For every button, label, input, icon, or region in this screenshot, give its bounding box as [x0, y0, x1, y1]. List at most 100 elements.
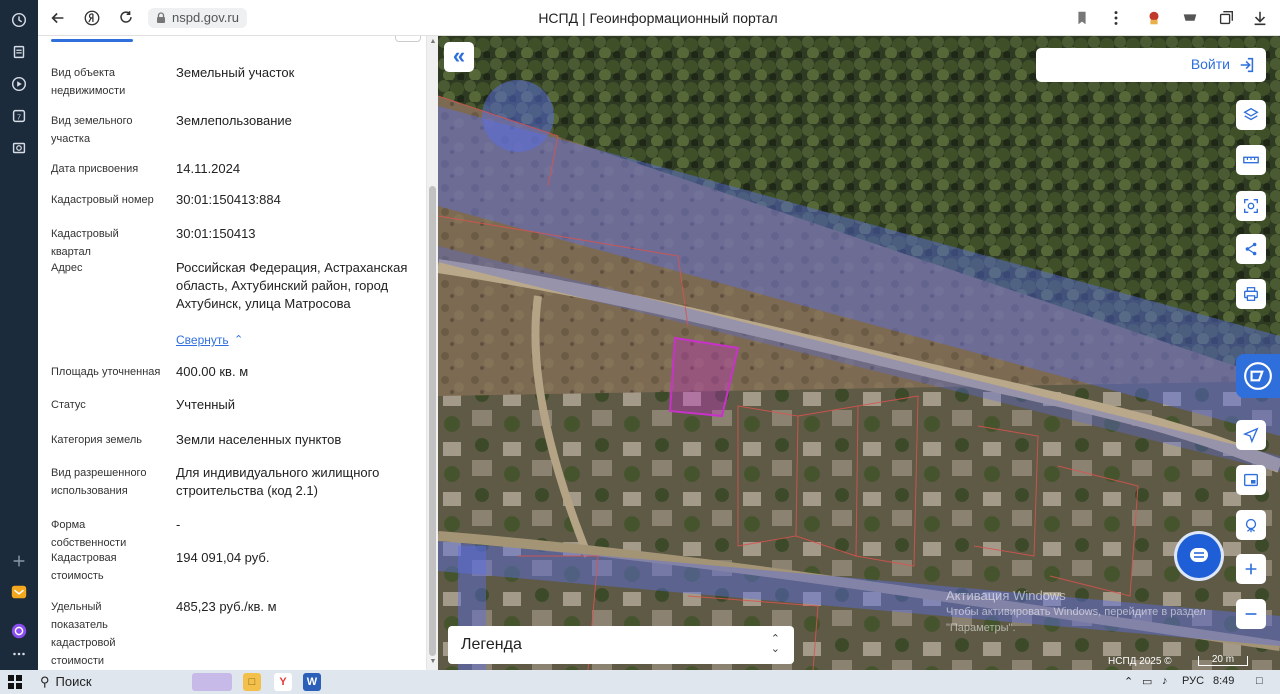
info-value: 400.00 кв. м — [176, 364, 249, 379]
collapse-panel-button[interactable]: « — [444, 42, 474, 72]
menu-icon[interactable] — [1106, 8, 1126, 28]
collapse-link[interactable]: Свернуть — [176, 333, 229, 347]
info-label: Вид земельного участка — [51, 115, 133, 145]
minimap-button[interactable] — [1236, 465, 1266, 495]
satellite-map[interactable] — [438, 36, 1280, 670]
login-button[interactable]: Войти — [1036, 48, 1266, 82]
info-label: Кадастровая стоимость — [51, 552, 117, 582]
locate-icon — [1242, 427, 1259, 444]
object-info-panel: Вид объекта недвижимости Земельный участ… — [38, 36, 426, 670]
cadastral-number: 30:01:150413:884 — [176, 192, 281, 207]
map-view[interactable]: « Войти Активация Windows Чтобы активиро… — [438, 36, 1280, 670]
chevron-up-icon[interactable]: ⌃ — [234, 333, 243, 346]
file-explorer-icon[interactable]: □ — [243, 673, 261, 691]
share-button[interactable] — [1236, 234, 1266, 264]
locate-button[interactable] — [1236, 420, 1266, 450]
screenshot-icon[interactable] — [9, 138, 29, 158]
info-value: Землепользование — [176, 113, 292, 128]
collections-icon[interactable] — [9, 42, 29, 62]
windows-activation-watermark: Активация Windows Чтобы активировать Win… — [946, 588, 1246, 636]
browser-sidebar: 7 — [0, 0, 38, 670]
info-value: Для индивидуального жилищного строительс… — [176, 465, 380, 498]
word-icon[interactable]: W — [303, 673, 321, 691]
calendar-icon[interactable]: 7 — [9, 106, 29, 126]
layers-button[interactable] — [1236, 100, 1266, 130]
mail-icon[interactable] — [9, 582, 29, 602]
select-area-icon — [1244, 199, 1258, 213]
gosuslugi-button[interactable] — [1236, 354, 1280, 398]
active-tab-indicator — [51, 39, 133, 42]
network-icon[interactable]: ▭ — [1142, 675, 1152, 688]
minimap-icon — [1244, 473, 1258, 487]
alice-icon[interactable] — [9, 621, 29, 641]
windows-taskbar: ⚲ Поиск □ Y W ⌃ ▭ ♪ РУС 8:49 □ — [0, 670, 1280, 694]
panel-scrollbar[interactable]: ▲ ▼ — [426, 36, 438, 670]
chat-button[interactable] — [1174, 531, 1224, 581]
widget-icon[interactable] — [192, 673, 232, 691]
legend-label: Легенда — [461, 636, 522, 653]
share-icon — [1245, 242, 1257, 256]
scroll-up-icon[interactable]: ▲ — [429, 38, 437, 45]
geo-target-button[interactable] — [1236, 510, 1266, 540]
info-label: Категория земель — [51, 434, 142, 446]
info-value: Учтенный — [176, 397, 236, 412]
yandex-icon[interactable] — [82, 8, 102, 28]
info-value: 30:01:150413 — [176, 226, 256, 241]
download-icon[interactable] — [1250, 8, 1270, 28]
info-value: 194 091,04 руб. — [176, 550, 270, 565]
windows-start-icon[interactable] — [8, 675, 22, 689]
gosuslugi-icon — [1244, 362, 1272, 390]
notifications-icon[interactable]: □ — [1256, 675, 1263, 687]
select-area-button[interactable] — [1236, 191, 1266, 221]
clock[interactable]: 8:49 — [1213, 675, 1234, 687]
zoom-in-icon — [1245, 563, 1257, 575]
geo-target-icon — [1245, 518, 1257, 533]
page-title: НСПД | Геоинформационный портал — [538, 10, 778, 26]
print-button[interactable] — [1236, 279, 1266, 309]
info-label: Кадастровый квартал — [51, 228, 119, 258]
extension-icon[interactable] — [1144, 8, 1164, 28]
info-value: - — [176, 517, 181, 532]
scroll-down-icon[interactable]: ▼ — [429, 658, 437, 665]
map-scale: 20 m — [1198, 655, 1248, 666]
add-icon[interactable] — [9, 551, 29, 571]
language-indicator[interactable]: РУС — [1182, 675, 1204, 687]
map-copyright: НСПД 2025 © — [1108, 656, 1172, 667]
tabs-icon[interactable] — [1216, 8, 1236, 28]
volume-icon[interactable]: ♪ — [1162, 675, 1168, 687]
ruler-button[interactable] — [1236, 145, 1266, 175]
more-icon[interactable] — [9, 647, 29, 661]
info-label: Вид объекта недвижимости — [51, 67, 126, 97]
lock-icon — [157, 12, 165, 23]
layers-icon — [1243, 107, 1259, 121]
print-icon — [1244, 287, 1258, 301]
history-icon[interactable] — [9, 10, 29, 30]
info-label: Вид разрешенного использования — [51, 467, 147, 497]
zoom-in-button[interactable] — [1236, 554, 1266, 584]
login-icon — [1240, 57, 1254, 73]
info-label: Дата присвоения — [51, 163, 139, 175]
chat-icon — [1190, 548, 1208, 562]
panel-tab-edge — [395, 36, 421, 42]
reload-icon[interactable] — [116, 8, 136, 28]
info-label: Форма собственности — [51, 519, 127, 549]
back-icon[interactable] — [48, 8, 68, 28]
taskbar-search-label: Поиск — [55, 674, 92, 689]
ruler-icon — [1243, 156, 1259, 164]
address-value: Российская Федерация, Астраханская облас… — [176, 260, 408, 311]
taskbar-search[interactable]: ⚲ Поиск — [40, 674, 92, 690]
info-label: Статус — [51, 399, 86, 411]
legend-select[interactable]: Легенда ⌃ ⌄ — [448, 626, 794, 664]
info-value: 485,23 руб./кв. м — [176, 599, 277, 614]
url-text: nspd.gov.ru — [172, 10, 239, 25]
tray-chevron-icon[interactable]: ⌃ — [1124, 675, 1133, 688]
yandex-browser-icon[interactable]: Y — [274, 673, 292, 691]
svg-text:7: 7 — [17, 113, 21, 122]
video-icon[interactable] — [9, 74, 29, 94]
login-label: Войти — [1190, 56, 1230, 72]
protect-icon[interactable] — [1180, 8, 1200, 28]
address-bar[interactable]: nspd.gov.ru — [148, 8, 247, 28]
scrollbar-thumb[interactable] — [429, 186, 436, 656]
info-label: Удельный показатель кадастровой стоимост… — [51, 601, 116, 667]
bookmark-icon[interactable] — [1072, 8, 1092, 28]
